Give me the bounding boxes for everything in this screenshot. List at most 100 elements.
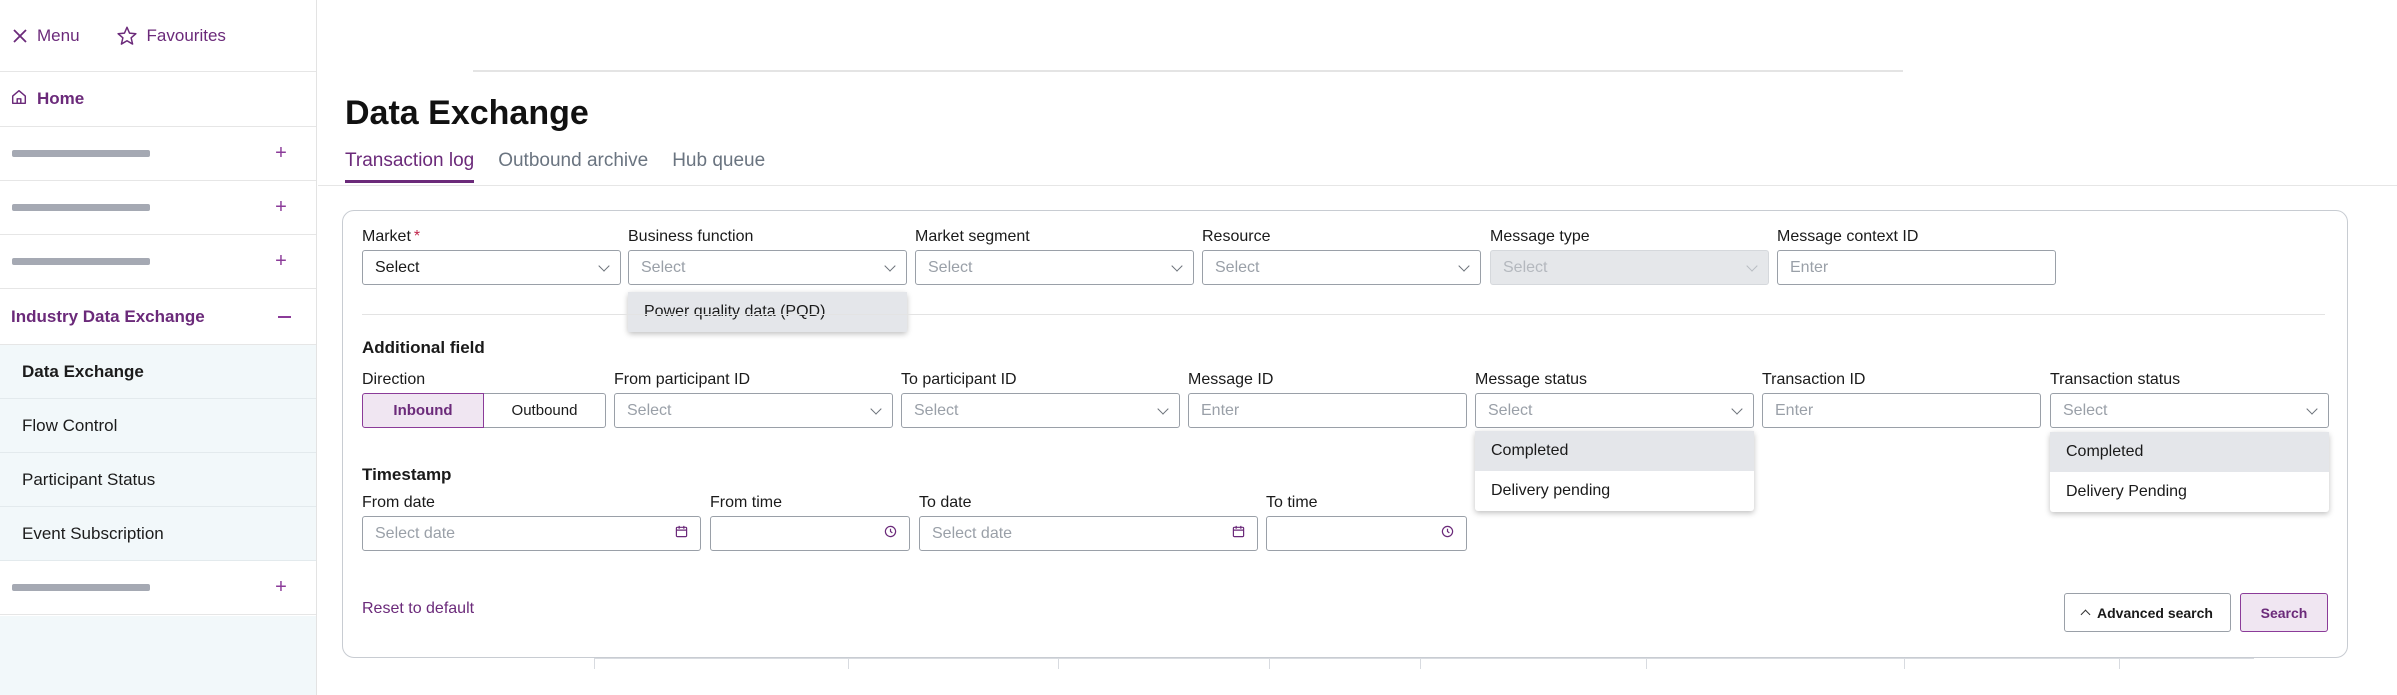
chevron-down-icon	[1731, 402, 1743, 415]
sidebar-item-collapsed-3[interactable]: +	[0, 235, 316, 289]
market-segment-placeholder: Select	[928, 258, 973, 276]
advanced-search-button[interactable]: Advanced search	[2064, 593, 2231, 632]
calendar-icon	[1232, 525, 1245, 543]
tab-transaction-log[interactable]: Transaction log	[345, 150, 475, 183]
calendar-icon	[675, 525, 688, 543]
advanced-search-label: Advanced search	[2097, 604, 2213, 621]
inbound-button[interactable]: Inbound	[362, 393, 484, 428]
from-time-field: From time	[710, 494, 910, 551]
message-id-input[interactable]: Enter	[1188, 393, 1467, 428]
transaction-id-label: Transaction ID	[1762, 371, 1866, 388]
market-segment-field: Market segment Select	[915, 228, 1194, 285]
message-context-id-input[interactable]: Enter	[1777, 250, 2056, 285]
message-type-field: Message type Select	[1490, 228, 1769, 285]
chevron-down-icon	[1157, 402, 1169, 415]
message-type-placeholder: Select	[1503, 258, 1548, 276]
plus-icon: +	[275, 576, 287, 598]
sidebar: Menu Favourites Home + + + Industry Data…	[0, 0, 317, 695]
resource-select[interactable]: Select	[1202, 250, 1481, 285]
additional-field-title: Additional field	[362, 338, 485, 357]
required-mark: *	[413, 228, 421, 245]
sidebar-item-event-subscription[interactable]: Event Subscription	[0, 507, 316, 561]
from-date-input[interactable]: Select date	[362, 516, 701, 551]
message-status-dropdown: Completed Delivery pending	[1475, 431, 1754, 511]
redacted-label	[12, 584, 150, 591]
message-type-select: Select	[1490, 250, 1769, 285]
column-divider	[1269, 659, 1270, 669]
transaction-status-select[interactable]: Select	[2050, 393, 2329, 428]
business-function-dropdown: Power quality data (PQD)	[628, 292, 907, 332]
sidebar-topbar: Menu Favourites	[0, 0, 316, 72]
from-time-input[interactable]	[710, 516, 910, 551]
transaction-id-input[interactable]: Enter	[1762, 393, 2041, 428]
to-participant-id-label: To participant ID	[901, 371, 1017, 388]
message-id-placeholder: Enter	[1201, 401, 1240, 419]
business-function-option[interactable]: Power quality data (PQD)	[628, 292, 907, 332]
chevron-down-icon	[1746, 259, 1758, 272]
menu-button[interactable]: Menu	[12, 16, 80, 56]
search-button[interactable]: Search	[2240, 593, 2328, 632]
from-date-label: From date	[362, 494, 435, 511]
transaction-status-option-delivery-pending[interactable]: Delivery Pending	[2050, 472, 2329, 512]
from-participant-id-field: From participant ID Select	[614, 371, 893, 428]
direction-label: Direction	[362, 371, 426, 388]
market-segment-select[interactable]: Select	[915, 250, 1194, 285]
column-divider	[594, 659, 595, 669]
to-date-input[interactable]: Select date	[919, 516, 1258, 551]
to-date-label: To date	[919, 494, 972, 511]
message-type-label: Message type	[1490, 228, 1590, 245]
sidebar-filler	[0, 616, 316, 695]
to-participant-id-field: To participant ID Select	[901, 371, 1180, 428]
chevron-down-icon	[884, 259, 896, 272]
message-status-option-completed[interactable]: Completed	[1475, 431, 1754, 471]
tab-outbound-archive[interactable]: Outbound archive	[498, 150, 648, 183]
sidebar-item-flow-control[interactable]: Flow Control	[0, 399, 316, 453]
message-context-id-label: Message context ID	[1777, 228, 1919, 245]
page-title: Data Exchange	[345, 94, 589, 132]
from-participant-id-select[interactable]: Select	[614, 393, 893, 428]
top-divider	[473, 70, 1903, 72]
plus-icon: +	[275, 142, 287, 164]
transaction-status-option-completed[interactable]: Completed	[2050, 432, 2329, 472]
sidebar-section-industry-data-exchange[interactable]: Industry Data Exchange	[0, 289, 316, 345]
message-status-select[interactable]: Select	[1475, 393, 1754, 428]
resource-field: Resource Select	[1202, 228, 1481, 285]
message-context-id-field: Message context ID Enter	[1777, 228, 2056, 285]
transaction-id-placeholder: Enter	[1775, 401, 1814, 419]
to-participant-id-select[interactable]: Select	[901, 393, 1180, 428]
chevron-down-icon	[598, 259, 610, 272]
column-divider	[1420, 659, 1421, 669]
redacted-label	[12, 150, 150, 157]
from-time-label: From time	[710, 494, 782, 511]
to-time-field: To time	[1266, 494, 1467, 551]
outbound-button[interactable]: Outbound	[484, 393, 606, 428]
message-status-label: Message status	[1475, 371, 1588, 388]
favourites-button[interactable]: Favourites	[116, 16, 226, 56]
message-status-option-delivery-pending[interactable]: Delivery pending	[1475, 471, 1754, 511]
market-select[interactable]: Select	[362, 250, 621, 285]
tab-bar: Transaction log Outbound archive Hub que…	[345, 150, 765, 183]
chevron-down-icon	[1458, 259, 1470, 272]
sidebar-item-participant-status[interactable]: Participant Status	[0, 453, 316, 507]
sidebar-item-collapsed-4[interactable]: +	[0, 561, 316, 615]
reset-to-default-link[interactable]: Reset to default	[362, 600, 474, 618]
sidebar-item-data-exchange[interactable]: Data Exchange	[0, 345, 316, 399]
sidebar-item-collapsed-2[interactable]: +	[0, 181, 316, 235]
direction-toggle: Inbound Outbound	[362, 393, 606, 428]
column-divider	[1058, 659, 1059, 669]
market-value: Select	[375, 258, 420, 276]
market-segment-label: Market segment	[915, 228, 1030, 245]
message-context-id-placeholder: Enter	[1790, 258, 1829, 276]
menu-label: Menu	[37, 25, 80, 45]
message-id-field: Message ID Enter	[1188, 371, 1467, 428]
home-label: Home	[37, 89, 85, 108]
timestamp-title: Timestamp	[362, 465, 452, 484]
section-label: Industry Data Exchange	[11, 306, 205, 326]
business-function-select[interactable]: Select	[628, 250, 907, 285]
column-divider	[848, 659, 849, 669]
sidebar-item-collapsed-1[interactable]: +	[0, 127, 316, 181]
tab-hub-queue[interactable]: Hub queue	[672, 150, 765, 183]
star-icon	[116, 25, 138, 47]
to-time-input[interactable]	[1266, 516, 1467, 551]
sidebar-item-home[interactable]: Home	[0, 72, 316, 127]
